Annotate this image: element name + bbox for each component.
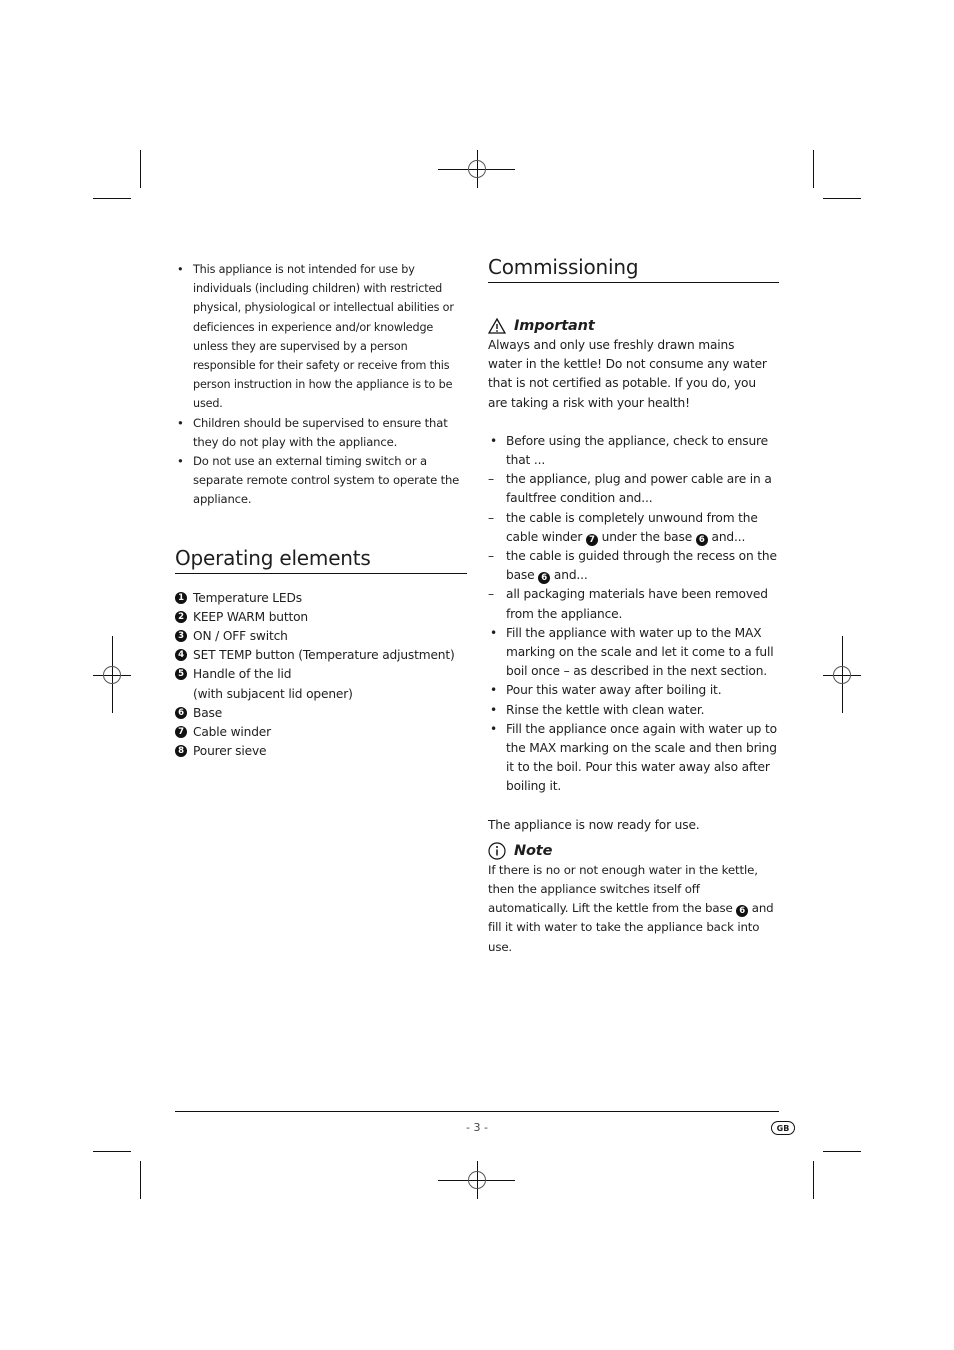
number-badge: 8: [175, 745, 187, 758]
number-badge: 3: [175, 630, 187, 643]
commissioning-steps: Before using the appliance, check to ens…: [488, 432, 779, 797]
crop-mark: [813, 1161, 814, 1199]
list-item: 8 Pourer sieve: [175, 742, 467, 761]
list-item: This appliance is not intended for use b…: [175, 260, 467, 414]
number-badge: 7: [585, 533, 598, 546]
list-item: 3 ON / OFF switch: [175, 627, 467, 646]
list-item: the cable is guided through the recess o…: [488, 547, 779, 585]
note-title: Note: [514, 842, 553, 859]
crop-mark: [93, 1151, 131, 1152]
list-item: Before using the appliance, check to ens…: [488, 432, 779, 470]
language-badge: GB: [771, 1121, 795, 1135]
registration-circle: [103, 666, 121, 684]
operating-elements-list: 1 Temperature LEDs 2 KEEP WARM button 3 ON …: [175, 589, 467, 762]
crop-mark: [93, 198, 131, 199]
list-item: 2 KEEP WARM button: [175, 608, 467, 627]
list-item: 6 Base: [175, 704, 467, 723]
number-badge: 1: [175, 591, 187, 604]
item-label: KEEP WARM button: [193, 609, 308, 624]
section-heading-commissioning: Commissioning: [488, 255, 779, 283]
item-label: Cable winder: [193, 725, 271, 740]
list-item: Pour this water away after boiling it.: [488, 681, 779, 700]
item-sublabel: (with subjacent lid opener): [193, 686, 353, 701]
crop-mark: [823, 198, 861, 199]
number-badge: 2: [175, 610, 187, 623]
number-badge: 4: [175, 649, 187, 662]
important-text: Always and only use freshly drawn mains …: [488, 338, 767, 410]
important-title: Important: [514, 318, 595, 334]
list-item: Fill the appliance with water up to the …: [488, 624, 779, 682]
crop-mark: [140, 150, 141, 188]
page-number: - 3 -: [466, 1121, 488, 1134]
item-label: Base: [193, 705, 223, 720]
left-column: This appliance is not intended for use b…: [175, 260, 467, 761]
warning-triangle-icon: [488, 318, 506, 334]
number-badge: 6: [736, 905, 749, 918]
list-item: 4 SET TEMP button (Temperature adjustment…: [175, 646, 467, 665]
list-item: the cable is completely unwound from the…: [488, 509, 779, 547]
right-column: Commissioning Important Always and only …: [488, 255, 779, 957]
crop-mark: [823, 1151, 861, 1152]
list-item: 1 Temperature LEDs: [175, 589, 467, 608]
number-badge: 6: [695, 533, 708, 546]
note-text: If there is no or not enough water in th…: [488, 861, 779, 957]
crop-mark: [140, 1161, 141, 1199]
note-heading: Note: [488, 841, 779, 861]
item-label: SET TEMP button (Temperature adjustment): [193, 648, 455, 663]
footer-divider: [175, 1111, 779, 1112]
number-badge: 7: [175, 726, 187, 739]
step-text: and...: [553, 568, 588, 583]
list-item: Rinse the kettle with clean water.: [488, 701, 779, 720]
list-item: 7 Cable winder: [175, 723, 467, 742]
section-heading-operating-elements: Operating elements: [175, 546, 467, 574]
list-item: Fill the appliance once again with water…: [488, 720, 779, 797]
item-label: ON / OFF switch: [193, 629, 288, 644]
number-badge: 5: [175, 668, 187, 681]
safety-bullets: This appliance is not intended for use b…: [175, 260, 467, 510]
step-text: and...: [711, 529, 746, 544]
registration-circle: [468, 1171, 486, 1189]
list-item: 5 Handle of the lid (with subjacent lid op…: [175, 665, 467, 703]
list-item: Children should be supervised to ensure …: [175, 414, 467, 452]
info-circle-icon: [488, 842, 506, 860]
number-badge: 6: [175, 706, 187, 719]
item-label: Pourer sieve: [193, 744, 267, 759]
crop-mark: [813, 150, 814, 188]
list-item: all packaging materials have been remove…: [488, 585, 779, 623]
ready-text: The appliance is now ready for use.: [488, 817, 700, 832]
note-text-part: If there is no or not enough water in th…: [488, 862, 758, 916]
list-item: the appliance, plug and power cable are …: [488, 470, 779, 508]
item-label: Handle of the lid: [193, 667, 292, 682]
item-label: Temperature LEDs: [193, 590, 302, 605]
number-badge: 6: [538, 572, 551, 585]
step-text: under the base: [601, 529, 693, 544]
important-heading: Important: [488, 316, 779, 336]
list-item: Do not use an external timing switch or …: [175, 452, 467, 510]
registration-circle: [833, 666, 851, 684]
registration-circle: [468, 160, 486, 178]
